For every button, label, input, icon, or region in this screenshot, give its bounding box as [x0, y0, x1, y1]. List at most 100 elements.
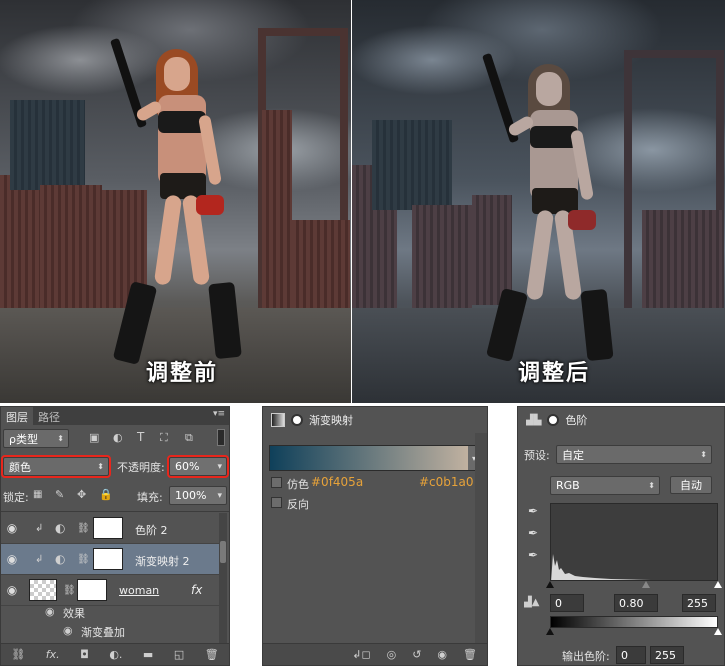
- visibility-eye-icon[interactable]: ◉: [45, 605, 55, 618]
- layers-scrollbar[interactable]: [219, 513, 227, 643]
- layers-panel: 图层 路径 ▾≡ ρ类型 ⬍ ▣ ◐ T ⛶ ⧉ 颜色 ⬍ 不透明度: 60% ▾ 锁…: [0, 406, 230, 666]
- scrollbar-thumb[interactable]: [220, 541, 226, 563]
- panel-menu-icon[interactable]: ▾≡: [213, 409, 225, 419]
- reverse-checkbox[interactable]: [271, 497, 282, 508]
- dropdown-arrow-icon: ⬍: [57, 434, 64, 443]
- layer-name[interactable]: woman: [119, 584, 159, 597]
- trash-icon[interactable]: 🗑: [463, 648, 477, 661]
- adjustment-filter-icon[interactable]: ◐: [113, 431, 123, 444]
- layer-row-gradient-map[interactable]: ◉ ↲ ◐ ⛓ 渐变映射 2: [1, 544, 219, 575]
- shape-filter-icon[interactable]: ⛶: [160, 431, 168, 445]
- visibility-eye-icon[interactable]: ◉: [437, 648, 447, 661]
- chevron-down-icon: ▾: [217, 461, 222, 472]
- effect-gradient-overlay[interactable]: 渐变叠加: [81, 624, 125, 640]
- gradient-preview[interactable]: [270, 446, 468, 470]
- opacity-label: 不透明度:: [117, 461, 165, 474]
- layer-name[interactable]: 色阶 2: [135, 522, 168, 538]
- lock-all-icon[interactable]: 🔒: [99, 488, 113, 501]
- trash-icon[interactable]: 🗑: [205, 648, 219, 661]
- image-filter-icon[interactable]: ▣: [89, 431, 99, 444]
- layer-mask-thumbnail[interactable]: [93, 517, 123, 539]
- dropdown-arrow-icon: ⬍: [700, 450, 707, 459]
- visibility-eye-icon[interactable]: ◉: [63, 624, 73, 637]
- preset-dropdown[interactable]: 自定 ⬍: [556, 445, 712, 464]
- gradient-picker[interactable]: ▾: [269, 445, 481, 471]
- view-previous-icon[interactable]: ◎: [387, 648, 397, 661]
- blend-mode-dropdown[interactable]: 颜色 ⬍: [1, 455, 111, 478]
- chevron-down-icon: ▾: [217, 490, 222, 501]
- opacity-field[interactable]: 60% ▾: [167, 455, 229, 478]
- screenshot-root: 调整前 调整后 图层 路径 ▾≡ ρ类型 ⬍ ▣ ◐ T ⛶ ⧉ 颜色 ⬍ 不透…: [0, 0, 725, 666]
- container-stack: [372, 120, 452, 210]
- input-gamma-slider[interactable]: [642, 581, 650, 588]
- layers-footer: ⛓ fx. ◘ ◐. ▬ ◱ 🗑: [1, 643, 229, 665]
- before-caption: 调整前: [146, 361, 219, 386]
- layer-mask-thumbnail[interactable]: [77, 579, 107, 601]
- fx-icon[interactable]: fx: [191, 583, 202, 597]
- clipping-warning-icon[interactable]: ▟▲: [524, 597, 539, 608]
- gradient-map-icon: [271, 413, 285, 427]
- gray-eyedropper-icon[interactable]: ✒: [528, 526, 538, 540]
- layer-row-levels[interactable]: ◉ ↲ ◐ ⛓ 色阶 2: [1, 513, 219, 544]
- container-stack: [292, 220, 350, 320]
- input-gamma-field[interactable]: 0.80: [614, 594, 658, 612]
- channel-dropdown[interactable]: RGB ⬍: [550, 476, 660, 495]
- reverse-label: 反向: [287, 498, 309, 511]
- layer-filter-dropdown[interactable]: ρ类型 ⬍: [3, 429, 69, 448]
- layer-thumbnail[interactable]: [29, 579, 57, 601]
- add-style-icon[interactable]: fx.: [46, 648, 60, 661]
- tab-paths[interactable]: 路径: [33, 407, 65, 425]
- link-icon: ⛓: [77, 522, 90, 534]
- panel-title: 渐变映射: [309, 414, 353, 427]
- lock-transparent-icon[interactable]: ▦: [33, 489, 42, 500]
- panel-scrollbar[interactable]: [475, 433, 487, 643]
- output-white-slider[interactable]: [714, 628, 722, 635]
- output-levels-label: 输出色阶:: [562, 650, 610, 663]
- smart-object-filter-icon[interactable]: ⧉: [185, 431, 193, 445]
- link-layers-icon[interactable]: ⛓: [11, 648, 25, 661]
- new-layer-icon[interactable]: ◱: [174, 648, 184, 661]
- text-filter-icon[interactable]: T: [137, 430, 144, 444]
- mask-icon[interactable]: [291, 414, 303, 426]
- levels-histogram: [550, 503, 718, 581]
- visibility-eye-icon[interactable]: ◉: [1, 552, 23, 566]
- lock-pixels-icon[interactable]: ✎: [55, 488, 64, 501]
- output-black-field[interactable]: 0: [616, 646, 646, 664]
- dither-checkbox[interactable]: [271, 477, 282, 488]
- tab-layers[interactable]: 图层: [1, 407, 33, 425]
- auto-button[interactable]: 自动: [670, 476, 712, 494]
- filter-toggle[interactable]: [217, 429, 225, 446]
- input-black-slider[interactable]: [546, 581, 554, 588]
- levels-histogram-icon: ▟▙: [526, 414, 542, 426]
- new-adjustment-icon[interactable]: ◐.: [109, 648, 122, 661]
- input-black-field[interactable]: 0: [550, 594, 584, 612]
- reset-icon[interactable]: ↺: [412, 648, 421, 661]
- output-black-slider[interactable]: [546, 628, 554, 635]
- black-eyedropper-icon[interactable]: ✒: [528, 504, 538, 518]
- adjustment-layer-icon: ◐: [55, 521, 66, 535]
- input-white-field[interactable]: 255: [682, 594, 716, 612]
- fill-label: 填充:: [137, 491, 163, 504]
- layer-mask-thumbnail[interactable]: [93, 548, 123, 570]
- layer-row-woman[interactable]: ◉ ⛓ woman fx: [1, 575, 219, 606]
- after-caption: 调整后: [518, 361, 591, 386]
- new-group-icon[interactable]: ▬: [143, 648, 153, 661]
- layer-name[interactable]: 渐变映射 2: [135, 553, 190, 569]
- input-white-slider[interactable]: [714, 581, 722, 588]
- container-stack: [10, 100, 85, 190]
- fill-field[interactable]: 100% ▾: [169, 486, 227, 505]
- mask-icon[interactable]: [547, 414, 560, 426]
- preset-label: 预设:: [524, 449, 550, 462]
- woman-figure: [482, 50, 614, 380]
- dropdown-arrow-icon: ⬍: [648, 481, 655, 490]
- visibility-eye-icon[interactable]: ◉: [1, 521, 23, 535]
- visibility-eye-icon[interactable]: ◉: [1, 583, 23, 597]
- output-white-field[interactable]: 255: [650, 646, 684, 664]
- white-eyedropper-icon[interactable]: ✒: [528, 548, 538, 562]
- clip-to-layer-icon[interactable]: ↲◻: [352, 648, 370, 661]
- lock-position-icon[interactable]: ✥: [77, 488, 86, 501]
- dropdown-arrow-icon: ⬍: [97, 462, 104, 471]
- divider: [1, 511, 229, 512]
- woman-figure: [110, 35, 242, 365]
- add-mask-icon[interactable]: ◘: [80, 648, 89, 661]
